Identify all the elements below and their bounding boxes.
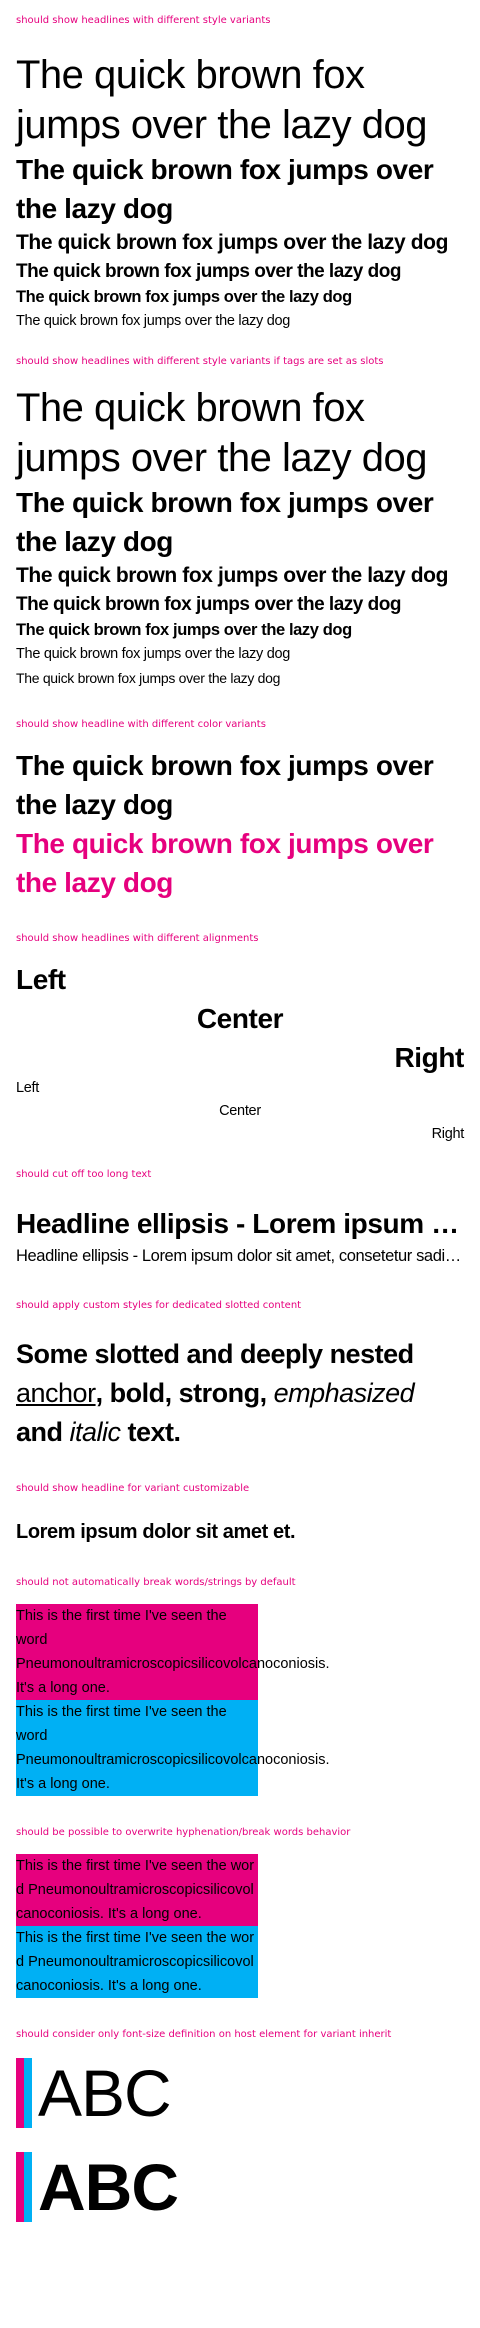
small-headline-align-left: Left [16, 1080, 39, 1096]
no-break-text: It's a long one. [16, 1680, 110, 1696]
break-box-cyan: This is the first time I've seen the wor… [16, 1926, 258, 1998]
section-style-variants: should show headlines with different sty… [16, 0, 464, 38]
no-break-text: This is the first time I've seen the wor… [16, 1608, 227, 1648]
strong-text: strong [178, 1378, 261, 1408]
bold-text: bold [109, 1378, 165, 1408]
test-label: should show headline for variant customi… [16, 1483, 250, 1494]
test-label: should show headlines with different ali… [16, 933, 259, 944]
headline-large-title: The quick brown fox jumps over the lazy … [16, 53, 427, 147]
headline-inherit-color: The quick brown fox jumps over the lazy … [16, 828, 434, 898]
no-break-text: This is the first time I've seen the wor… [16, 1704, 227, 1744]
custom-styles-group: Some slotted and deeply nested anchor, b… [16, 1313, 464, 1452]
small-headline-align-center: Center [219, 1103, 261, 1119]
italic-text: italic [69, 1417, 122, 1447]
headline-5: The quick brown fox jumps over the lazy … [16, 313, 291, 329]
slotted-headline-6: The quick brown fox jumps over the lazy … [16, 670, 281, 686]
cyan-marker [24, 2058, 32, 2128]
separator: , [164, 1378, 179, 1408]
cyan-marker [24, 2152, 32, 2222]
small-headline-align-right: Right [431, 1126, 465, 1142]
headline-2: The quick brown fox jumps over the lazy … [16, 231, 449, 254]
headline-customizable: Lorem ipsum dolor sit amet et. [16, 1521, 296, 1543]
separator: and [16, 1417, 70, 1447]
alignments-group: Left Center Right Left Center Right [16, 946, 464, 1146]
headline-align-left: Left [16, 964, 66, 995]
slotted-headline-2: The quick brown fox jumps over the lazy … [16, 564, 449, 587]
test-label: should consider only font-size definitio… [16, 2029, 392, 2040]
custom-text-suffix: text. [120, 1417, 182, 1447]
slotted-headline-3: The quick brown fox jumps over the lazy … [16, 594, 401, 615]
headline-4: The quick brown fox jumps over the lazy … [16, 288, 352, 306]
test-label: should not automatically break words/str… [16, 1577, 296, 1588]
test-label: should apply custom styles for dedicated… [16, 1300, 302, 1311]
color-variants-group: The quick brown fox jumps over the lazy … [16, 732, 464, 902]
headline-align-center: Center [196, 1003, 284, 1034]
test-label: should show headline with different colo… [16, 719, 266, 730]
no-break-group: This is the first time I've seen the wor… [16, 1590, 464, 1796]
inherit-group: ABC ABC [16, 2042, 464, 2226]
hyphenation-group: This is the first time I've seen the wor… [16, 1840, 464, 1998]
customizable-group: Lorem ipsum dolor sit amet et. [16, 1496, 464, 1546]
separator: , [259, 1378, 274, 1408]
slotted-headline-5: The quick brown fox jumps over the lazy … [16, 646, 291, 662]
custom-text-prefix: Some slotted and deeply nested [16, 1339, 414, 1369]
slotted-headline-4: The quick brown fox jumps over the lazy … [16, 621, 352, 639]
headline-default-color: The quick brown fox jumps over the lazy … [16, 750, 434, 820]
no-break-text: It's a long one. [16, 1776, 110, 1792]
test-label: should show headlines with different sty… [16, 356, 384, 367]
emphasized-text: emphasized [273, 1378, 415, 1408]
no-break-box-pink: This is the first time I've seen the wor… [16, 1604, 330, 1700]
test-label: should be possible to overwrite hyphenat… [16, 1827, 351, 1838]
inherit-row: ABC [16, 2148, 464, 2226]
style-variants-group: The quick brown fox jumps over the lazy … [16, 38, 464, 333]
slotted-headline-1: The quick brown fox jumps over the lazy … [16, 487, 434, 557]
slot-variants-group: The quick brown fox jumps over the lazy … [16, 369, 464, 690]
no-break-box-cyan: This is the first time I've seen the wor… [16, 1700, 330, 1796]
headline-3: The quick brown fox jumps over the lazy … [16, 261, 401, 282]
inherit-headline: ABC [38, 2150, 179, 2224]
headline-align-right: Right [394, 1042, 464, 1073]
long-word: Pneumonoultramicroscopicsilicovolcanocon… [16, 1656, 330, 1672]
pink-marker [16, 2152, 24, 2222]
custom-styled-headline: Some slotted and deeply nested anchor, b… [16, 1335, 464, 1452]
ellipsis-group: Headline ellipsis - Lorem ipsum dolor si… [16, 1182, 464, 1269]
headline-1: The quick brown fox jumps over the lazy … [16, 154, 434, 224]
break-box-pink: This is the first time I've seen the wor… [16, 1854, 258, 1926]
slotted-anchor-link[interactable]: anchor [16, 1378, 96, 1408]
page-content: should show headlines with different sty… [0, 0, 480, 2226]
separator: , [95, 1378, 110, 1408]
inherit-row: ABC [16, 2054, 464, 2132]
inherit-headline: ABC [38, 2056, 172, 2130]
test-label: should show headlines with different sty… [16, 15, 271, 26]
pink-marker [16, 2058, 24, 2128]
slotted-headline-large-title: The quick brown fox jumps over the lazy … [16, 386, 427, 480]
headline-ellipsis-large: Headline ellipsis - Lorem ipsum dolor si… [16, 1208, 464, 1239]
long-word: Pneumonoultramicroscopicsilicovolcanocon… [16, 1752, 330, 1768]
headline-ellipsis-small: Headline ellipsis - Lorem ipsum dolor si… [16, 1247, 464, 1265]
test-label: should cut off too long text [16, 1169, 152, 1180]
